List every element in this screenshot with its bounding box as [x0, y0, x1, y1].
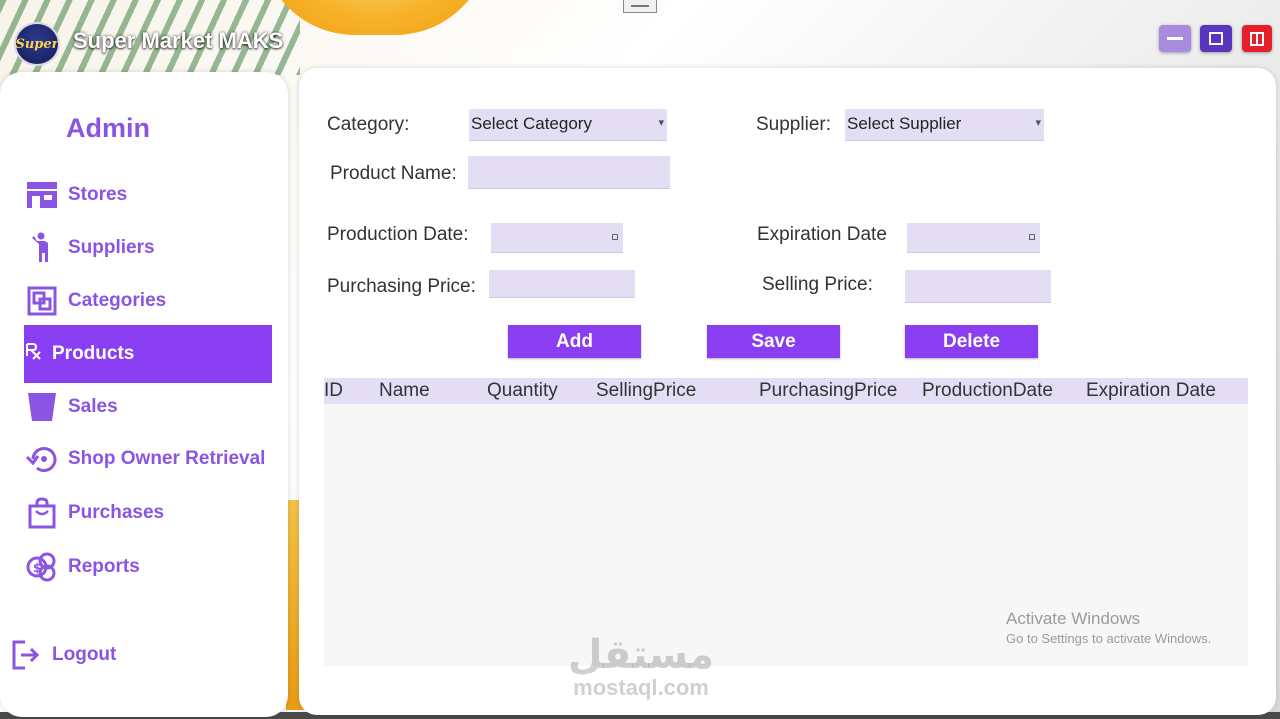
column-header-id[interactable]: ID: [324, 380, 343, 402]
category-label: Category:: [327, 114, 410, 135]
category-value: Select Category: [471, 114, 592, 133]
supplier-label: Supplier:: [756, 114, 831, 135]
expiration-date-label: Expiration Date: [757, 224, 887, 245]
reports-icon: $: [24, 550, 60, 584]
calendar-icon: [612, 234, 618, 240]
mostaql-arabic: مستقل: [567, 632, 715, 678]
close-button[interactable]: [1242, 25, 1272, 52]
activate-windows-watermark: Activate Windows Go to Settings to activ…: [1006, 609, 1211, 646]
person-icon: [24, 231, 60, 265]
restore-icon: [24, 442, 60, 476]
bucket-icon: [24, 390, 60, 424]
column-header-purchasing-price[interactable]: PurchasingPrice: [759, 380, 897, 402]
grid-header: ID Name Quantity SellingPrice Purchasing…: [324, 378, 1248, 404]
chevron-down-icon: ▾: [1035, 117, 1041, 129]
logout-button[interactable]: Logout: [8, 633, 256, 677]
product-form-panel: Category: Select Category ▾ Supplier: Se…: [299, 68, 1276, 715]
sidebar-item-stores[interactable]: Stores: [24, 173, 272, 217]
mostaql-watermark: مستقل mostaql.com: [561, 633, 721, 701]
product-name-label: Product Name:: [330, 163, 457, 184]
app-title: Super Market MAKS: [73, 28, 284, 53]
column-header-selling-price[interactable]: SellingPrice: [596, 380, 696, 402]
exit-icon: [1250, 31, 1264, 46]
sidebar-item-label: Stores: [68, 184, 128, 205]
supplier-combobox[interactable]: Select Supplier ▾: [845, 109, 1044, 141]
purchasing-price-label: Purchasing Price:: [327, 276, 476, 297]
logout-icon: [8, 638, 44, 672]
column-header-quantity[interactable]: Quantity: [487, 380, 558, 402]
expiration-date-picker[interactable]: [907, 223, 1040, 253]
sidebar-heading: Admin: [66, 113, 150, 143]
save-button[interactable]: Save: [707, 325, 840, 358]
watermark-line-1: Activate Windows: [1006, 609, 1141, 628]
sidebar-item-shop-owner-retrieval[interactable]: Shop Owner Retrieval: [24, 437, 272, 481]
prescription-icon: [24, 335, 44, 369]
product-name-input[interactable]: [468, 156, 670, 189]
shopping-bag-icon: [24, 496, 60, 530]
purchasing-price-input[interactable]: [489, 270, 635, 298]
sidebar-item-sales[interactable]: Sales: [24, 385, 272, 429]
add-button[interactable]: Add: [508, 325, 641, 358]
minimize-icon: [1167, 37, 1183, 40]
sidebar-item-categories[interactable]: Categories: [24, 279, 272, 323]
app-logo: Super: [14, 22, 60, 66]
column-header-expiration-date[interactable]: Expiration Date: [1086, 380, 1216, 402]
calendar-icon: [1029, 234, 1035, 240]
selling-price-input[interactable]: [905, 270, 1051, 303]
sidebar-item-label: Purchases: [68, 502, 165, 523]
sidebar-item-reports[interactable]: $ Reports: [24, 545, 272, 589]
logo-text: Super: [15, 36, 59, 52]
sidebar: Admin Stores Suppliers Categories Produc…: [0, 72, 288, 717]
store-icon: [24, 178, 60, 212]
categories-icon: [24, 284, 60, 318]
delete-button[interactable]: Delete: [905, 325, 1038, 358]
maximize-icon: [1209, 32, 1223, 45]
sidebar-item-label: Suppliers: [68, 237, 155, 258]
supplier-value: Select Supplier: [847, 114, 962, 133]
watermark-line-2: Go to Settings to activate Windows.: [1006, 631, 1212, 646]
sidebar-item-label: Categories: [68, 290, 167, 311]
sidebar-item-label: Sales: [68, 396, 118, 417]
minimize-button[interactable]: [1159, 25, 1191, 52]
mostaql-latin: mostaql.com: [573, 675, 709, 700]
svg-text:$: $: [33, 561, 41, 575]
production-date-label: Production Date:: [327, 224, 469, 245]
sidebar-item-products[interactable]: Products: [24, 325, 272, 383]
sidebar-item-label: Reports: [68, 556, 140, 577]
production-date-picker[interactable]: [491, 223, 623, 253]
column-header-production-date[interactable]: ProductionDate: [922, 380, 1053, 402]
sidebar-item-suppliers[interactable]: Suppliers: [24, 226, 272, 270]
sidebar-item-purchases[interactable]: Purchases: [24, 491, 272, 535]
sidebar-item-label: Shop Owner Retrieval: [68, 448, 266, 469]
logout-label: Logout: [52, 644, 117, 665]
selling-price-label: Selling Price:: [762, 274, 873, 295]
drag-handle[interactable]: [623, 0, 657, 13]
column-header-name[interactable]: Name: [379, 380, 430, 402]
chevron-down-icon: ▾: [658, 117, 664, 129]
sidebar-item-label: Products: [52, 343, 135, 364]
category-combobox[interactable]: Select Category ▾: [469, 109, 667, 141]
maximize-button[interactable]: [1200, 25, 1232, 52]
